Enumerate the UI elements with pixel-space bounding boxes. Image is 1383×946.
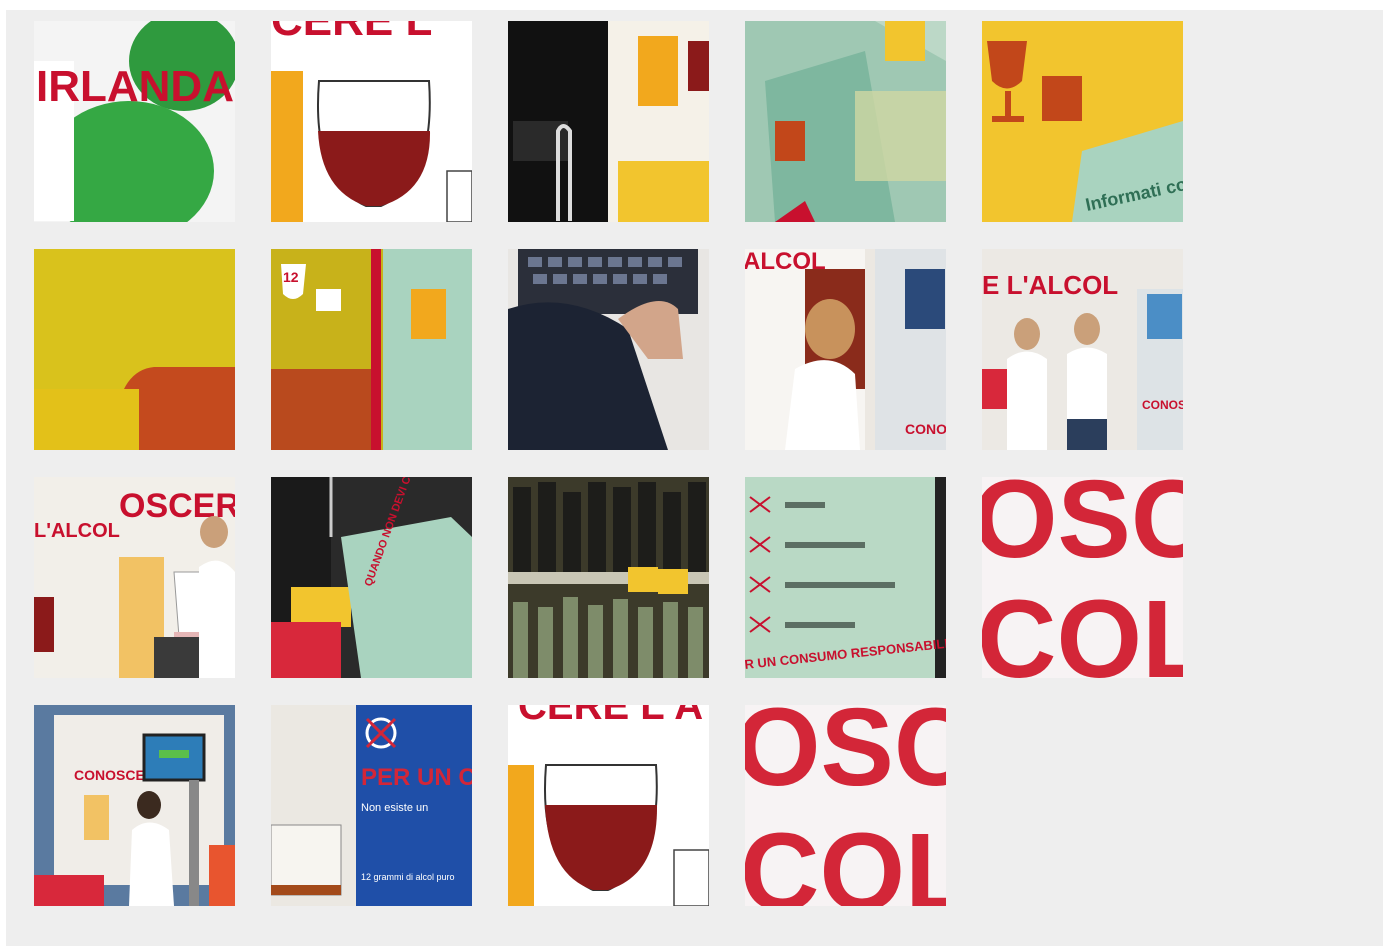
thumbnail-image: OSC COL <box>745 705 946 906</box>
thumbnail-image <box>745 21 946 222</box>
thumbnail-two-women[interactable]: E L'ALCOL CONOSCE <box>982 249 1183 450</box>
thumbnail-shelf-hanger[interactable]: QUANDO NON DEVI CONSUMARE ALCOL <box>271 477 472 678</box>
thumbnail-wine-glass-2[interactable]: CERE L'A <box>508 705 709 906</box>
thumbnail-image <box>34 249 235 450</box>
thumbnail-image: CERE L <box>271 21 472 222</box>
thumbnail-kiosk-dark[interactable] <box>508 21 709 222</box>
thumbnail-image: OSCERE L'ALCOL <box>34 477 235 678</box>
thumbnail-red-letters-2[interactable]: OSC COL <box>745 705 946 906</box>
thumbnail-image: QUANDO NON DEVI CONSUMARE ALCOL <box>271 477 472 678</box>
thumbnail-keyboard[interactable] <box>508 249 709 450</box>
thumbnail-image: Informati con <box>982 21 1183 222</box>
thumbnail-text: CERE L'A <box>518 705 703 728</box>
gallery-panel: IRLANDA CERE L <box>6 10 1383 946</box>
svg-text:CONOSC: CONOSC <box>905 421 946 437</box>
thumbnail-yellow-closeup[interactable] <box>34 249 235 450</box>
thumbnail-woman-kiosk[interactable]: ALCOL CONOSC <box>745 249 946 450</box>
thumbnail-mint-cards[interactable] <box>745 21 946 222</box>
thumbnail-image <box>508 249 709 450</box>
thumbnail-mint-list[interactable]: R UN CONSUMO RESPONSABILE <box>745 477 946 678</box>
thumbnail-text: OSC <box>982 477 1183 581</box>
thumbnail-conoscere-banner[interactable]: OSCERE L'ALCOL <box>34 477 235 678</box>
thumbnail-image: PER UN C Non esiste un 12 grammi di alco… <box>271 705 472 906</box>
thumbnail-image: R UN CONSUMO RESPONSABILE <box>745 477 946 678</box>
thumbnail-image: ALCOL CONOSC <box>745 249 946 450</box>
thumbnail-image: IRLANDA <box>34 21 235 222</box>
thumbnail-bottles-shelf[interactable] <box>508 477 709 678</box>
thumbnail-kiosk-stand[interactable]: CONOSCERE L <box>34 705 235 906</box>
thumbnail-text: E L'ALCOL <box>982 270 1118 300</box>
thumbnail-text: PER UN C <box>361 764 472 791</box>
thumbnail-image: CONOSCERE L <box>34 705 235 906</box>
thumbnail-12-grams[interactable]: 12 <box>271 249 472 450</box>
thumbnail-red-letters[interactable]: OSC COL <box>982 477 1183 678</box>
thumbnail-subtext: COL <box>745 811 946 906</box>
thumbnail-text: OSC <box>745 705 946 809</box>
thumbnail-image: 12 <box>271 249 472 450</box>
thumbnail-image <box>508 477 709 678</box>
thumbnail-text: CERE L <box>271 21 432 45</box>
thumbnail-image: E L'ALCOL CONOSCE <box>982 249 1183 450</box>
thumbnail-blue-panel[interactable]: PER UN C Non esiste un 12 grammi di alco… <box>271 705 472 906</box>
thumbnail-image: OSC COL <box>982 477 1183 678</box>
thumbnail-text: IRLANDA <box>36 62 234 111</box>
svg-text:CONOSCE: CONOSCE <box>1142 398 1183 412</box>
thumbnail-subtext: L'ALCOL <box>34 520 120 542</box>
thumbnail-subtext-2: 12 grammi di alcol puro <box>361 872 455 882</box>
thumbnail-subtext: COL <box>982 578 1183 678</box>
thumbnail-subtext: Non esiste un <box>361 802 428 814</box>
thumbnail-wine-glass[interactable]: CERE L <box>271 21 472 222</box>
thumbnail-text: 12 <box>283 269 299 285</box>
thumbnail-irlanda[interactable]: IRLANDA <box>34 21 235 222</box>
thumbnail-image: CERE L'A <box>508 705 709 906</box>
thumbnail-yellow-card[interactable]: Informati con <box>982 21 1183 222</box>
thumbnail-image <box>508 21 709 222</box>
